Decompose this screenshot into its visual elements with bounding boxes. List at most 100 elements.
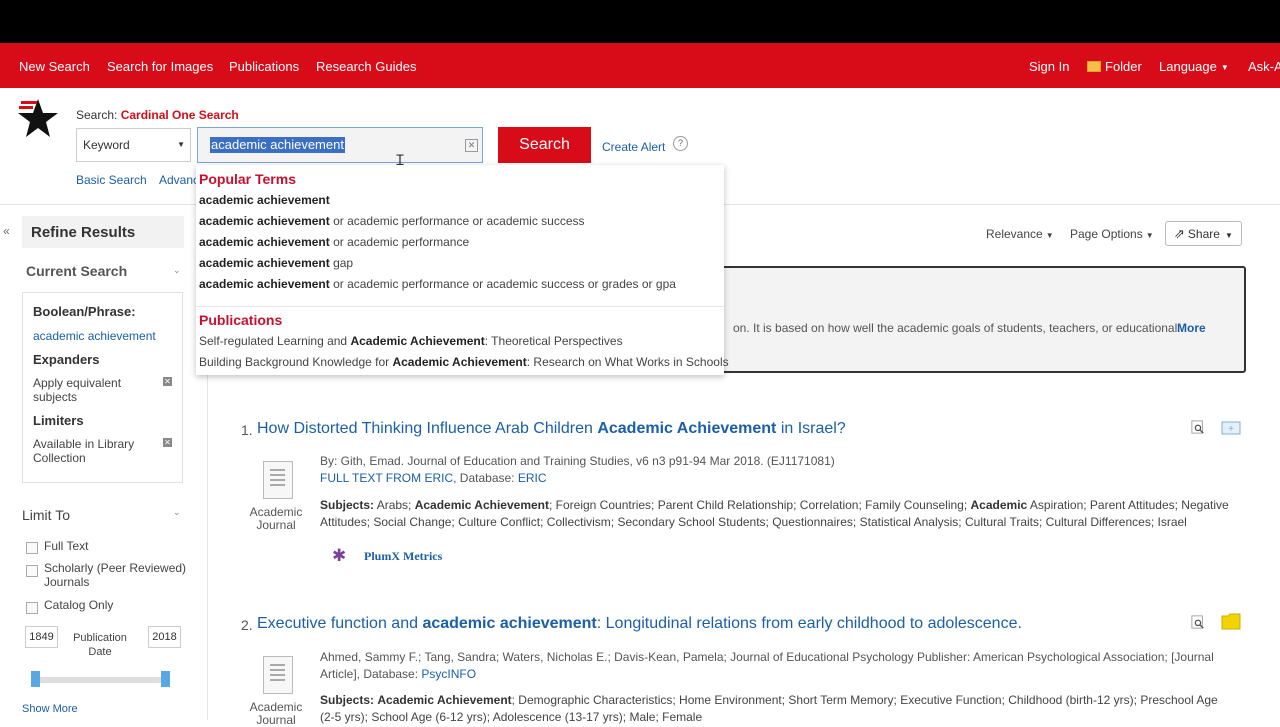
clear-icon[interactable]: ✕ — [465, 139, 478, 152]
chevron-down-icon[interactable]: ⌄ — [173, 507, 181, 518]
date-slider-max-handle[interactable] — [161, 671, 170, 687]
caret-down-icon: ▼ — [1045, 231, 1054, 240]
title-highlight: Academic Achievement — [597, 420, 777, 437]
publication-highlight: Academic Achievement — [392, 355, 527, 369]
nav-research-guides[interactable]: Research Guides — [316, 43, 416, 88]
result-number: 1. — [241, 422, 253, 438]
full-text-link[interactable]: FULL TEXT FROM ERIC — [320, 471, 453, 485]
university-logo-icon — [18, 99, 58, 137]
nav-new-search[interactable]: New Search — [19, 43, 90, 88]
autocomplete-publication[interactable]: Building Background Knowledge for Academ… — [199, 355, 729, 369]
search-input[interactable]: academic achievement ✕ — [197, 127, 483, 163]
full-text-label: Full Text — [44, 539, 89, 553]
share-button[interactable]: ⇗ Share ▼ — [1165, 221, 1242, 246]
publication-highlight: Academic Achievement — [350, 334, 485, 348]
autocomplete-publication[interactable]: Self-regulated Learning and Academic Ach… — [199, 334, 623, 348]
create-alert-link[interactable]: Create Alert — [602, 140, 665, 154]
full-text-checkbox[interactable] — [26, 542, 38, 554]
autocomplete-term[interactable]: academic achievement — [199, 193, 330, 207]
result-byline: Ahmed, Sammy F.; Tang, Sandra; Waters, N… — [320, 649, 1230, 683]
remove-icon[interactable]: ✕ — [163, 438, 172, 447]
basic-search-link[interactable]: Basic Search — [76, 173, 147, 187]
database-link[interactable]: ERIC — [518, 471, 547, 485]
search-query-text: academic achievement — [210, 137, 345, 153]
term-highlight: academic achievement — [199, 235, 330, 249]
result-source-line: FULL TEXT FROM ERIC, Database: ERIC — [320, 471, 547, 485]
date-slider-min-handle[interactable] — [31, 671, 40, 687]
title-text: in Israel? — [776, 420, 846, 437]
term-highlight: academic achievement — [199, 193, 330, 207]
catalog-only-checkbox[interactable] — [26, 602, 38, 614]
database-link[interactable]: PsycINFO — [421, 667, 476, 681]
research-starter-more-link[interactable]: More — [1177, 321, 1206, 335]
result-subjects: Subjects: Academic Achievement; Demograp… — [320, 692, 1235, 726]
refine-title: Refine Results — [31, 224, 136, 241]
nav-language[interactable]: Language ▼ — [1159, 43, 1229, 88]
boolean-value-link[interactable]: academic achievement — [33, 329, 156, 343]
publication-date-label: Publication Date — [73, 632, 127, 658]
nav-folder[interactable]: Folder — [1087, 43, 1142, 88]
help-icon[interactable]: ? — [673, 136, 688, 151]
remove-icon[interactable]: ✕ — [163, 377, 172, 386]
result-title-link[interactable]: How Distorted Thinking Influence Arab Ch… — [257, 420, 846, 438]
scholarly-label: Scholarly (Peer Reviewed) Journals — [44, 561, 187, 589]
research-starter-text: on. It is based on how well the academic… — [733, 321, 1188, 335]
autocomplete-term[interactable]: academic achievement or academic perform… — [199, 277, 676, 291]
expanders-label: Expanders — [33, 352, 100, 367]
field-type-select[interactable]: Keyword ▼ — [76, 128, 191, 162]
publication-type-label: Academic Journal — [249, 700, 303, 727]
title-text: Executive function and — [257, 615, 423, 632]
research-starter-box — [716, 266, 1246, 373]
database-separator: , Database: — [453, 471, 518, 485]
plumx-metrics-link[interactable]: PlumX Metrics — [364, 549, 442, 564]
autocomplete-term[interactable]: academic achievement or academic perform… — [199, 214, 585, 228]
nav-publications[interactable]: Publications — [229, 43, 299, 88]
chevron-down-icon[interactable]: ⌄ — [173, 265, 181, 276]
term-highlight: academic achievement — [199, 256, 330, 270]
share-label: Share — [1187, 227, 1220, 241]
nav-sign-in[interactable]: Sign In — [1029, 43, 1069, 88]
nav-language-label: Language — [1159, 59, 1217, 74]
caret-down-icon: ▼ — [1220, 62, 1229, 72]
autocomplete-term[interactable]: academic achievement gap — [199, 256, 353, 270]
autocomplete-term[interactable]: academic achievement or academic perform… — [199, 235, 469, 249]
nav-ask[interactable]: Ask-A — [1248, 43, 1280, 88]
top-nav: New Search Search for Images Publication… — [0, 43, 1280, 88]
nav-search-images[interactable]: Search for Images — [107, 43, 213, 88]
preview-magnifier-icon[interactable] — [1190, 420, 1206, 434]
current-search-title[interactable]: Current Search — [26, 263, 127, 279]
window-top-bar — [0, 0, 1280, 43]
caret-down-icon: ▼ — [1224, 231, 1233, 240]
title-highlight: academic achievement — [422, 615, 597, 632]
date-slider-track[interactable] — [36, 677, 166, 683]
preview-magnifier-icon[interactable] — [1190, 615, 1206, 629]
catalog-only-label: Catalog Only — [44, 598, 114, 612]
limit-to-title[interactable]: Limit To — [22, 507, 70, 523]
advanced-search-link[interactable]: Advanced Search — [159, 173, 199, 187]
collapse-sidebar-icon[interactable]: « — [3, 224, 10, 238]
date-from-input[interactable]: 1849 — [25, 626, 58, 648]
folder-added-icon[interactable] — [1221, 612, 1241, 630]
page-options-dropdown[interactable]: Page Options ▼ — [1070, 227, 1154, 241]
limiter-item: Available in Library Collection — [33, 437, 135, 465]
sort-relevance-dropdown[interactable]: Relevance ▼ — [986, 227, 1054, 241]
show-more-link[interactable]: Show More — [22, 703, 78, 715]
add-to-folder-icon[interactable]: + — [1221, 419, 1241, 435]
subjects-label: Subjects: — [320, 693, 375, 707]
publication-type-label: Academic Journal — [249, 505, 303, 532]
search-database-name: Cardinal One Search — [120, 108, 239, 122]
sort-label: Relevance — [986, 227, 1043, 241]
search-label: Search: Cardinal One Search — [76, 108, 239, 122]
term-highlight: academic achievement — [199, 277, 330, 291]
page-options-label: Page Options — [1070, 227, 1143, 241]
date-to-input[interactable]: 2018 — [148, 626, 181, 648]
caret-down-icon: ▼ — [177, 140, 185, 149]
term-highlight: academic achievement — [199, 214, 330, 228]
result-title-link[interactable]: Executive function and academic achievem… — [257, 615, 1022, 633]
scholarly-checkbox[interactable] — [26, 565, 38, 577]
search-button[interactable]: Search — [498, 127, 591, 163]
subjects-list: Arabs; Academic Achievement; Foreign Cou… — [320, 498, 1229, 529]
search-label-prefix: Search: — [76, 108, 118, 122]
nav-folder-label: Folder — [1105, 59, 1142, 74]
result-byline: By: Gith, Emad. Journal of Education and… — [320, 454, 835, 468]
